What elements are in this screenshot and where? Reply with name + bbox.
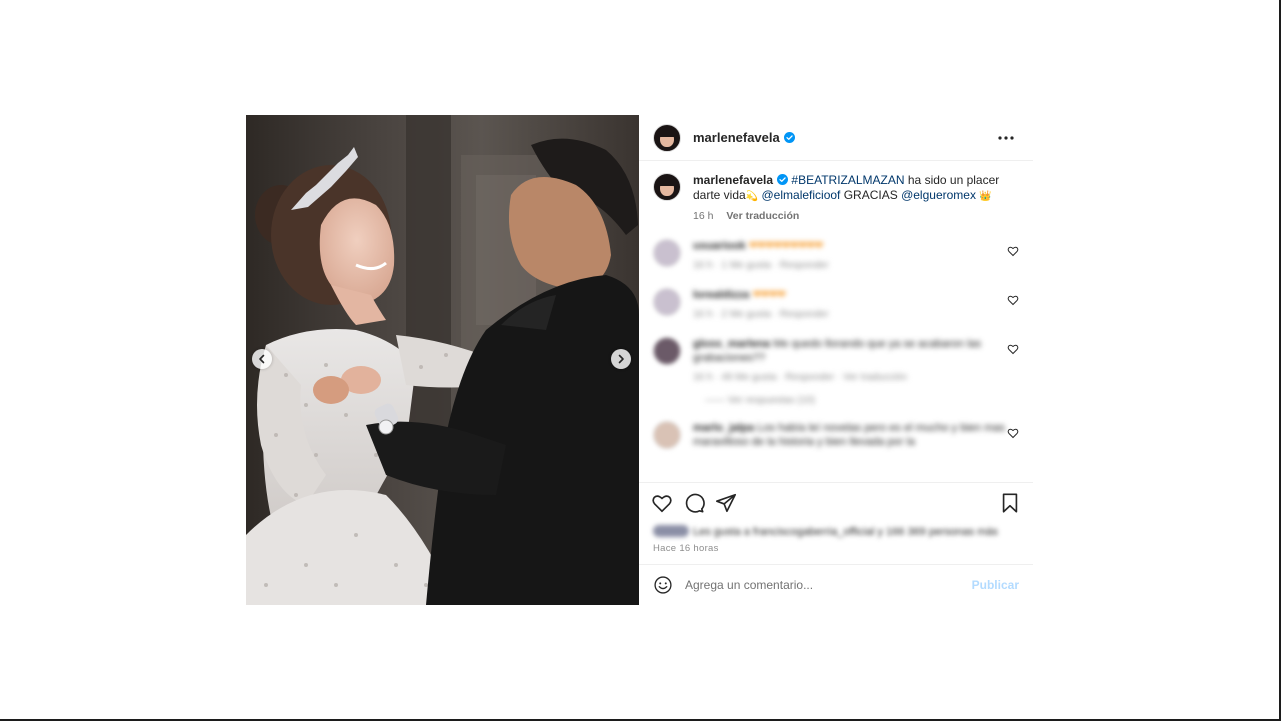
comment-likes[interactable]: 2 Me gusta: [721, 309, 770, 320]
smiley-icon[interactable]: [653, 575, 673, 595]
share-icon[interactable]: [715, 492, 737, 514]
comment-body: marlo_jalpa Los había leí novelas pero e…: [693, 421, 1005, 449]
caption-avatar[interactable]: [653, 173, 681, 201]
reply-link[interactable]: Responder: [785, 372, 834, 383]
comment-avatar[interactable]: [653, 288, 681, 316]
instagram-post-dialog: marlenefavela marlenefavela #BEATRIZALMA…: [246, 115, 1033, 605]
next-image-button[interactable]: [611, 349, 631, 369]
post-header: marlenefavela: [639, 115, 1033, 161]
comment-input[interactable]: Agrega un comentario...: [685, 578, 972, 592]
caption-time[interactable]: 16 h: [693, 210, 713, 222]
caption-meta: 16 h Ver traducción: [693, 209, 1019, 224]
comment-item: gloss_marlena Me quedo llorando que ya s…: [653, 337, 1019, 385]
comments-list[interactable]: marlenefavela #BEATRIZALMAZAN ha sido un…: [639, 161, 1033, 482]
translate-link[interactable]: Ver traducción: [726, 210, 799, 222]
verified-badge-icon: [783, 132, 795, 143]
publish-button[interactable]: Publicar: [972, 578, 1019, 592]
likes-summary[interactable]: Les gusta a franciscogaberria_official y…: [639, 523, 1033, 539]
author-username[interactable]: marlenefavela: [693, 130, 795, 145]
comment-likes[interactable]: 1 Me gusta: [721, 260, 770, 271]
comment-body: lorealdizza ❤❤❤❤ 16 h · 2 Me gusta · Res…: [693, 289, 829, 320]
post-side-panel: marlenefavela marlenefavela #BEATRIZALMA…: [639, 115, 1033, 605]
crown-emoji: 👑: [979, 191, 992, 202]
add-comment-bar: Agrega un comentario... Publicar: [639, 564, 1033, 605]
verified-badge-icon: [777, 174, 789, 185]
author-avatar[interactable]: [653, 123, 681, 152]
comment-time[interactable]: 16 h: [693, 309, 712, 320]
comment-avatar[interactable]: [653, 239, 681, 267]
comment-item: lorealdizza ❤❤❤❤ 16 h · 2 Me gusta · Res…: [653, 288, 1019, 322]
translate-link[interactable]: Ver traducción: [843, 372, 907, 383]
comment-time[interactable]: 16 h: [693, 372, 712, 383]
caption-body: marlenefavela #BEATRIZALMAZAN ha sido un…: [693, 173, 1019, 224]
comment-heart-icon[interactable]: [1007, 427, 1019, 439]
post-photo: [246, 115, 639, 605]
post-actions-bar: [639, 482, 1033, 523]
comment-body: gloss_marlena Me quedo llorando que ya s…: [693, 338, 982, 383]
caption-hashtag[interactable]: #BEATRIZALMAZAN: [791, 173, 904, 187]
caption-username[interactable]: marlenefavela: [693, 173, 773, 187]
comment-avatar[interactable]: [653, 337, 681, 365]
comment-username[interactable]: usuariook: [693, 240, 746, 252]
comment-heart-icon[interactable]: [1007, 294, 1019, 306]
comment-text: ❤❤❤❤: [752, 289, 786, 301]
chevron-left-icon: [259, 354, 265, 364]
comment-heart-icon[interactable]: [1007, 343, 1019, 355]
previous-image-button[interactable]: [252, 349, 272, 369]
chevron-right-icon: [618, 354, 624, 364]
comment-username[interactable]: marlo_jalpa: [693, 422, 754, 434]
comment-icon[interactable]: [683, 492, 705, 514]
comment-body: usuariook ❤❤❤❤❤❤❤❤❤ 16 h · 1 Me gusta · …: [693, 240, 829, 271]
reply-link[interactable]: Responder: [780, 309, 829, 320]
post-media: [246, 115, 639, 605]
comment-username[interactable]: lorealdizza: [693, 289, 749, 301]
reply-link[interactable]: Responder: [780, 260, 829, 271]
comment-item: marlo_jalpa Los había leí novelas pero e…: [653, 421, 1019, 449]
bookmark-icon[interactable]: [999, 492, 1021, 514]
sparkle-emoji: 💫: [745, 191, 759, 202]
more-options-button[interactable]: [993, 128, 1019, 148]
post-caption: marlenefavela #BEATRIZALMAZAN ha sido un…: [653, 173, 1019, 224]
comment-time[interactable]: 16 h: [693, 260, 712, 271]
liker-avatars: [653, 525, 689, 537]
comment-username[interactable]: gloss_marlena: [693, 338, 770, 350]
comment-item: usuariook ❤❤❤❤❤❤❤❤❤ 16 h · 1 Me gusta · …: [653, 239, 1019, 273]
comment-heart-icon[interactable]: [1007, 245, 1019, 257]
heart-icon[interactable]: [651, 492, 673, 514]
caption-text: GRACIAS: [840, 188, 902, 202]
more-horizontal-icon: [998, 135, 1014, 140]
comment-likes[interactable]: 49 Me gusta: [721, 372, 776, 383]
post-time-ago[interactable]: Hace 16 horas: [639, 539, 1033, 564]
comment-avatar[interactable]: [653, 421, 681, 449]
caption-mention[interactable]: @elgueromex: [901, 188, 976, 202]
caption-mention[interactable]: @elmaleficioof: [762, 188, 841, 202]
comment-text: ❤❤❤❤❤❤❤❤❤: [748, 240, 824, 252]
view-replies-link[interactable]: —— Ver respuestas (10): [705, 395, 1019, 406]
